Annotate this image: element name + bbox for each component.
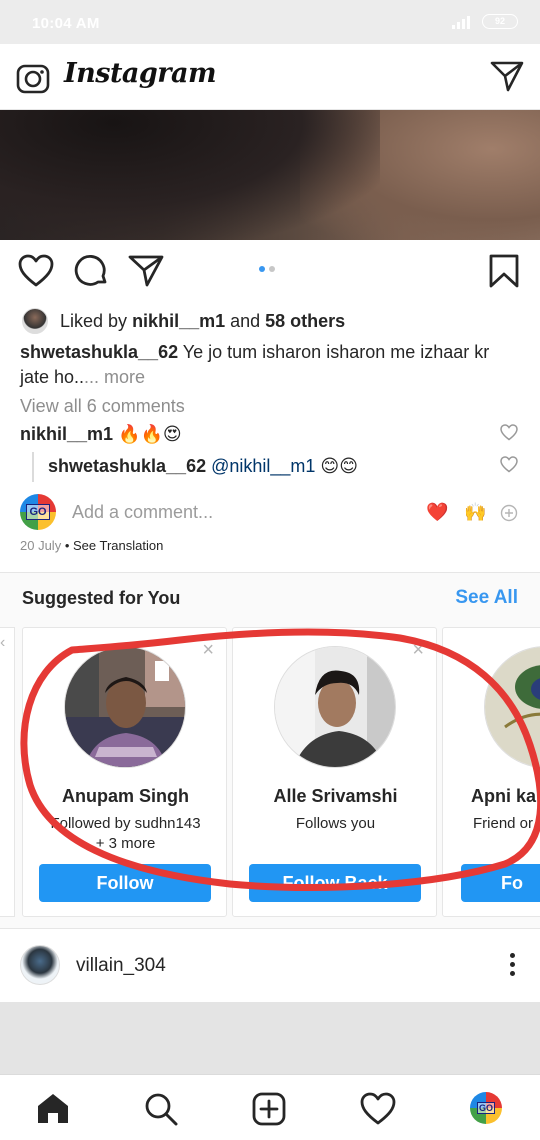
quick-reaction-hands[interactable]: 🙌 <box>464 502 486 523</box>
instagram-logo: Instagram <box>64 58 217 89</box>
own-avatar: GO <box>20 494 56 530</box>
liker-avatar <box>22 308 48 334</box>
reply-text: 😊😊 <box>315 456 358 476</box>
share-icon[interactable] <box>128 254 164 288</box>
reply-mention[interactable]: @nikhil__m1 <box>206 456 315 476</box>
loading-placeholder <box>0 1002 540 1074</box>
add-comment-row[interactable]: GO Add a comment... ❤️ 🙌 <box>20 494 520 530</box>
bottom-navigation: GO <box>0 1074 540 1140</box>
comment-like-icon[interactable] <box>500 424 518 441</box>
suggestion-avatar[interactable] <box>64 646 186 768</box>
signal-icon <box>452 15 470 29</box>
liked-and: and <box>225 310 266 331</box>
top-bar: Instagram <box>0 44 540 110</box>
next-post-header: villain_304 <box>0 928 540 1002</box>
comment-text: 🔥🔥😍 <box>113 424 182 444</box>
status-icons: 92 <box>452 14 518 29</box>
suggestion-card[interactable]: × Anupam Singh Followed by sudhn143 + 3 … <box>22 627 227 917</box>
liked-others[interactable]: 58 others <box>265 311 345 332</box>
suggestion-reason-line1: Friend or <box>473 815 534 832</box>
reply-row: shwetashukla__62 @nikhil__m1 😊😊 <box>48 456 358 477</box>
date-separator: • <box>61 538 73 553</box>
suggestion-avatar[interactable] <box>274 646 396 768</box>
reply-like-icon[interactable] <box>500 456 518 473</box>
caption-more-link[interactable]: ... more <box>84 367 145 387</box>
liked-by-row[interactable]: Liked by nikhil__m1 and 58 others <box>22 308 345 334</box>
post-image-hair <box>0 110 380 240</box>
previous-card-edge[interactable] <box>0 627 15 917</box>
status-time: 10:04 AM <box>32 15 100 32</box>
add-comment-input[interactable]: Add a comment... <box>72 502 213 523</box>
carousel-indicator <box>259 266 275 272</box>
see-all-link[interactable]: See All <box>455 587 518 609</box>
suggestion-card[interactable]: × Alle Srivamshi Follows you Follow Back <box>232 627 437 917</box>
see-translation-link[interactable]: See Translation <box>73 538 163 553</box>
next-post-avatar[interactable] <box>20 945 60 985</box>
suggestion-reason: Followed by sudhn143 + 3 more <box>23 814 228 854</box>
profile-avatar-badge: GO <box>476 1102 495 1114</box>
suggestion-reason: Friend or <box>473 814 533 834</box>
follow-button[interactable]: Follow <box>39 864 211 902</box>
previous-card-chevron-icon: ‹ <box>0 634 6 651</box>
like-heart-icon[interactable] <box>18 254 54 288</box>
avatar-photo-alle <box>275 647 395 767</box>
next-post-username[interactable]: villain_304 <box>76 955 166 977</box>
comment-username[interactable]: nikhil__m1 <box>20 424 113 444</box>
avatar-photo-anupam <box>65 647 185 767</box>
post-image[interactable] <box>0 110 540 240</box>
reply-thread-line <box>32 452 34 482</box>
post-caption: shwetashukla__62 Ye jo tum isharon ishar… <box>20 340 510 390</box>
suggestion-reason: Follows you <box>233 814 438 834</box>
suggested-title: Suggested for You <box>22 588 181 608</box>
suggestion-name[interactable]: Alle Srivamshi <box>233 786 438 807</box>
home-icon[interactable] <box>36 1092 70 1124</box>
activity-heart-icon[interactable] <box>360 1092 396 1126</box>
suggestion-reason-line1: Followed by sudhn143 <box>50 815 201 832</box>
suggestion-name[interactable]: Apni ka <box>471 786 536 807</box>
view-all-comments-link[interactable]: View all 6 comments <box>20 396 185 417</box>
post-date: 20 July <box>20 538 62 553</box>
liked-user[interactable]: nikhil__m1 <box>132 311 225 332</box>
liked-prefix: Liked by <box>60 310 128 331</box>
post-date-row: 20 July • See Translation <box>20 538 163 553</box>
more-options-icon[interactable] <box>510 953 516 980</box>
caption-username[interactable]: shwetashukla__62 <box>20 342 178 362</box>
follow-back-button[interactable]: Follow Back <box>249 864 421 902</box>
add-reaction-icon[interactable] <box>500 504 518 522</box>
follow-button[interactable]: Fo <box>461 864 540 902</box>
suggestion-avatar[interactable] <box>484 646 540 768</box>
dismiss-icon[interactable]: × <box>412 640 424 660</box>
suggestion-name[interactable]: Anupam Singh <box>23 786 228 807</box>
search-icon[interactable] <box>144 1092 178 1126</box>
suggestion-reason-line1: Follows you <box>295 815 376 832</box>
direct-message-icon[interactable] <box>490 60 524 92</box>
dismiss-icon[interactable]: × <box>202 640 214 660</box>
quick-reaction-heart[interactable]: ❤️ <box>426 502 448 523</box>
own-avatar-badge: GO <box>26 504 50 520</box>
suggestion-carousel[interactable]: ‹ × Anupam Singh Followed by sudhn143 + … <box>0 622 540 928</box>
status-bar: 10:04 AM 92 <box>0 0 540 44</box>
avatar-photo-apni <box>485 647 540 767</box>
post-body: Liked by nikhil__m1 and 58 others shweta… <box>0 302 540 572</box>
suggestion-card[interactable]: Apni ka Friend or Fo <box>442 627 540 917</box>
comment-row: nikhil__m1 🔥🔥😍 <box>20 424 182 445</box>
reply-username[interactable]: shwetashukla__62 <box>48 456 206 476</box>
bookmark-icon[interactable] <box>488 254 520 288</box>
profile-avatar-icon[interactable]: GO <box>470 1092 502 1124</box>
battery-icon: 92 <box>482 14 518 29</box>
camera-icon[interactable] <box>16 62 50 94</box>
comment-icon[interactable] <box>74 254 110 288</box>
post-actions <box>0 240 540 302</box>
new-post-icon[interactable] <box>252 1092 286 1126</box>
suggested-header: Suggested for You See All <box>0 572 540 622</box>
suggestion-reason-line2: + 3 more <box>95 835 156 852</box>
